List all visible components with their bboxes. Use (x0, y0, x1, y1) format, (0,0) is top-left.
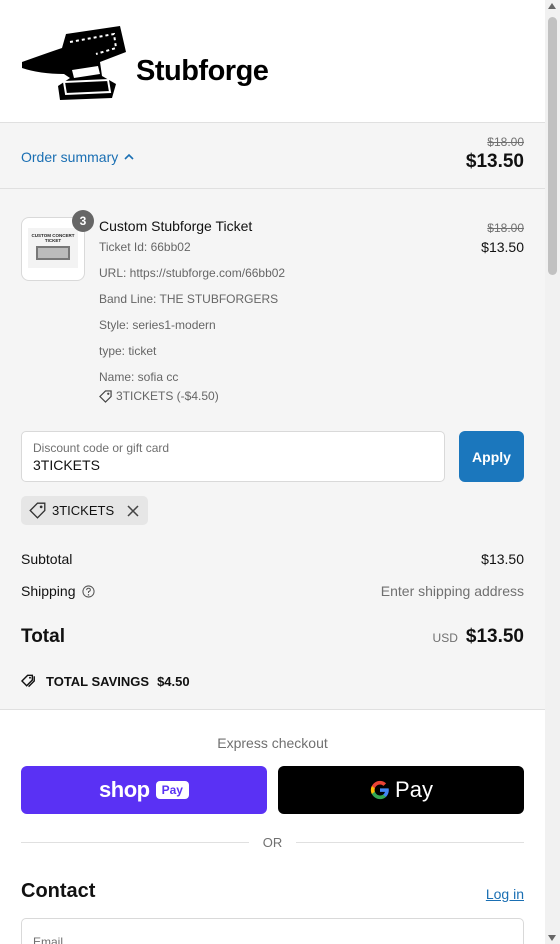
subtotal-value: $13.50 (481, 551, 524, 567)
total-row: Total USD $13.50 (21, 626, 524, 648)
shipping-row: Shipping Enter shipping address (21, 583, 524, 599)
or-label: OR (262, 834, 283, 850)
chevron-up-icon (124, 153, 134, 160)
product-thumbnail: CUSTOM CONCERT TICKET 3 (21, 210, 94, 281)
tag-icon (29, 502, 46, 519)
anvil-icon (22, 26, 126, 100)
item-property: URL: https://stubforge.com/66bb02 (99, 266, 286, 280)
divider-line (21, 841, 249, 843)
login-link[interactable]: Log in (486, 886, 524, 902)
item-name: Custom Stubforge Ticket (99, 218, 253, 234)
order-summary-bar: Order summary $18.00 $13.50 (0, 123, 545, 189)
google-g-icon (370, 780, 389, 800)
total-savings-value: $4.50 (157, 673, 190, 689)
shipping-value: Enter shipping address (380, 583, 524, 599)
shop-pay-button[interactable]: shop Pay (21, 766, 267, 814)
tags-icon (21, 674, 35, 688)
item-original-price: $18.00 (487, 221, 524, 235)
checkout-page: Stubforge Order summary $18.00 $13.50 CU… (0, 0, 545, 944)
help-icon[interactable] (81, 584, 95, 598)
shop-pay-wordmark: shop (99, 777, 150, 802)
email-placeholder: Email (33, 935, 64, 944)
express-checkout-title: Express checkout (217, 735, 328, 751)
subtotal-row: Subtotal $13.50 (21, 551, 524, 567)
google-pay-button[interactable]: Pay (278, 766, 524, 814)
item-discount: 3TICKETS (-$4.50) (99, 389, 429, 403)
order-summary-label: Order summary (21, 149, 119, 165)
contact-heading: Contact (21, 880, 96, 902)
item-property: type: ticket (99, 344, 157, 358)
currency-code: USD (432, 631, 458, 645)
total-value: $13.50 (465, 626, 524, 647)
divider-line (296, 841, 524, 843)
or-divider: OR (21, 834, 524, 850)
scrollbar[interactable] (545, 0, 560, 944)
total-savings-label: TOTAL SAVINGS (46, 673, 150, 689)
brand-logo[interactable]: Stubforge (20, 22, 269, 102)
shop-pay-badge: Pay (155, 781, 189, 799)
item-prices: $18.00 $13.50 (481, 221, 524, 255)
email-input[interactable]: Email (21, 918, 524, 944)
item-discount-label: 3TICKETS (-$4.50) (116, 389, 219, 403)
header: Stubforge (0, 0, 545, 123)
shipping-label-group: Shipping (21, 583, 95, 599)
scroll-down-arrow-icon[interactable] (548, 935, 556, 941)
discount-code-input[interactable]: Discount code or gift card 3TICKETS (21, 431, 445, 482)
summary-prices: $18.00 $13.50 (466, 135, 524, 173)
svg-text:TICKET: TICKET (45, 238, 62, 243)
close-icon[interactable] (126, 504, 140, 518)
order-summary-content: CUSTOM CONCERT TICKET 3 Custom Stubforge… (0, 189, 545, 710)
total-value-group: USD $13.50 (433, 626, 524, 648)
summary-total: $13.50 (465, 151, 524, 172)
apply-button[interactable]: Apply (459, 431, 524, 482)
tag-icon (99, 389, 112, 403)
brand-name: Stubforge (136, 54, 269, 87)
item-info: Custom Stubforge Ticket Ticket Id: 66bb0… (99, 217, 429, 403)
order-summary-toggle[interactable]: Order summary (21, 149, 134, 165)
quantity-badge: 3 (72, 210, 94, 232)
applied-discount-code: 3TICKETS (52, 503, 115, 518)
item-property: Band Line: THE STUBFORGERS (99, 292, 279, 306)
applied-discount-chip: 3TICKETS (21, 496, 149, 525)
subtotal-label: Subtotal (21, 551, 73, 567)
ticket-image: CUSTOM CONCERT TICKET (28, 228, 78, 268)
discount-field-label: Discount code or gift card (33, 441, 170, 455)
discount-row: Discount code or gift card 3TICKETS Appl… (21, 431, 524, 482)
total-savings: TOTAL SAVINGS $4.50 (21, 673, 190, 689)
scrollbar-thumb[interactable] (548, 17, 557, 275)
scroll-up-arrow-icon[interactable] (548, 3, 556, 9)
summary-original-total: $18.00 (487, 135, 524, 149)
item-property: Ticket Id: 66bb02 (99, 240, 191, 254)
discount-field-value: 3TICKETS (33, 457, 100, 473)
shipping-label: Shipping (21, 583, 76, 599)
item-property: Name: sofia cc (99, 370, 179, 384)
item-price: $13.50 (481, 239, 524, 255)
item-property: Style: series1-modern (99, 318, 216, 332)
total-label: Total (21, 626, 65, 647)
google-pay-wordmark: Pay (395, 777, 433, 802)
